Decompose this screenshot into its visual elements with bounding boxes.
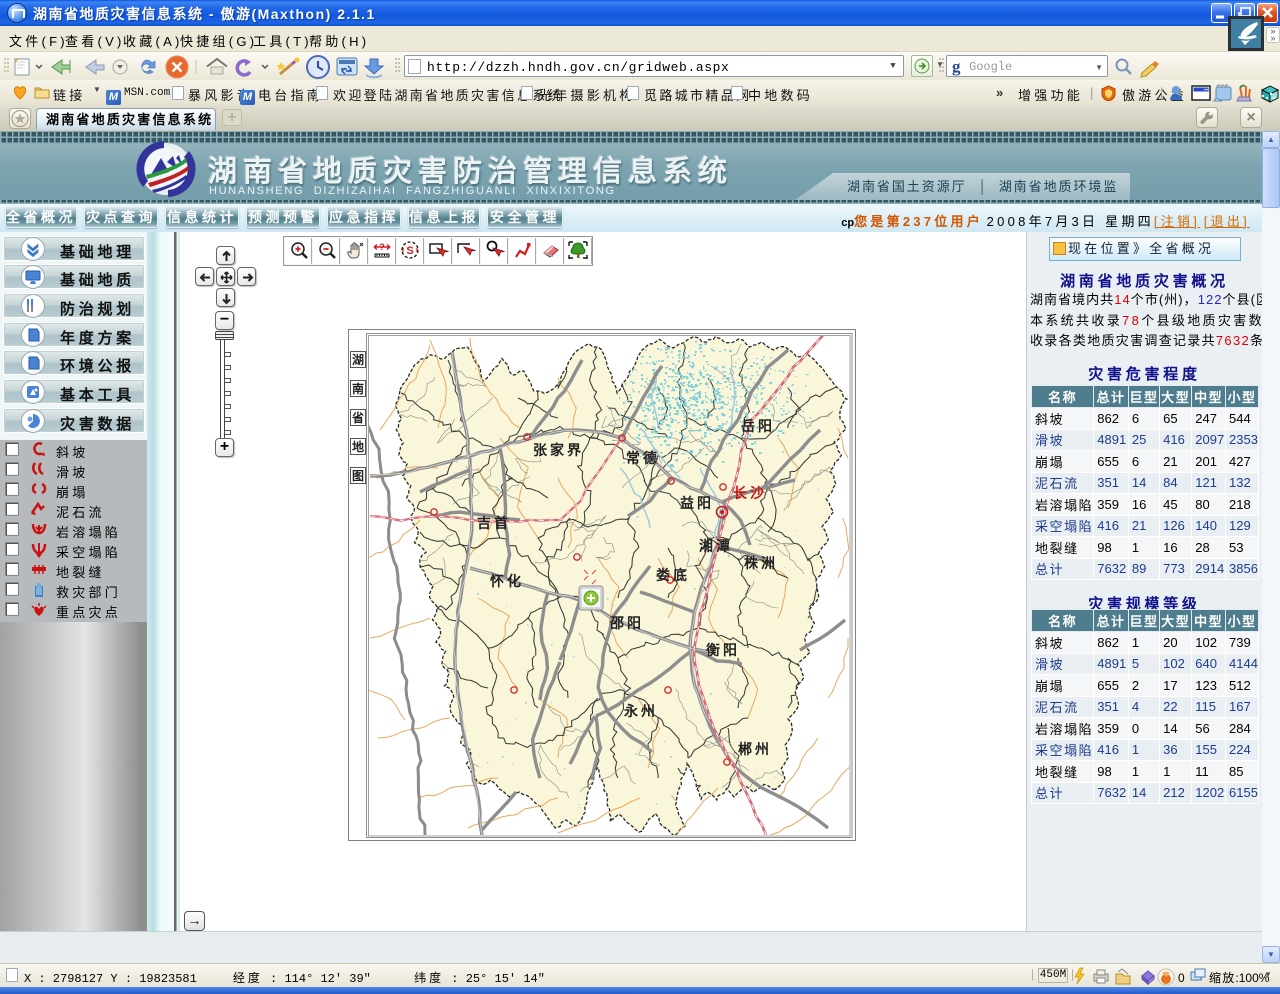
svg-text:0: 0 [1178,971,1185,985]
svg-text:益阳: 益阳 [680,495,714,511]
svg-text:图: 图 [352,469,364,483]
svg-text:常德: 常德 [626,450,660,466]
svg-text:吉首: 吉首 [477,515,511,531]
svg-text:长沙: 长沙 [733,485,767,501]
svg-text:湖: 湖 [352,352,364,367]
svg-text:永州: 永州 [623,703,658,719]
svg-text:衡阳: 衡阳 [706,642,740,658]
svg-text:郴州: 郴州 [738,741,772,757]
svg-text:娄底: 娄底 [656,567,690,583]
svg-text:S: S [406,245,413,257]
svg-text:怀化: 怀化 [490,573,524,589]
svg-text:湘潭: 湘潭 [699,538,733,554]
svg-text:岳阳: 岳阳 [741,418,775,434]
svg-text:省: 省 [351,410,364,425]
svg-text:株洲: 株洲 [744,555,778,571]
svg-text:?: ? [379,242,385,252]
svg-text:南: 南 [352,381,364,396]
svg-text:邵阳: 邵阳 [609,615,644,631]
svg-text:地: 地 [352,439,364,454]
svg-text:张家界: 张家界 [533,442,584,458]
